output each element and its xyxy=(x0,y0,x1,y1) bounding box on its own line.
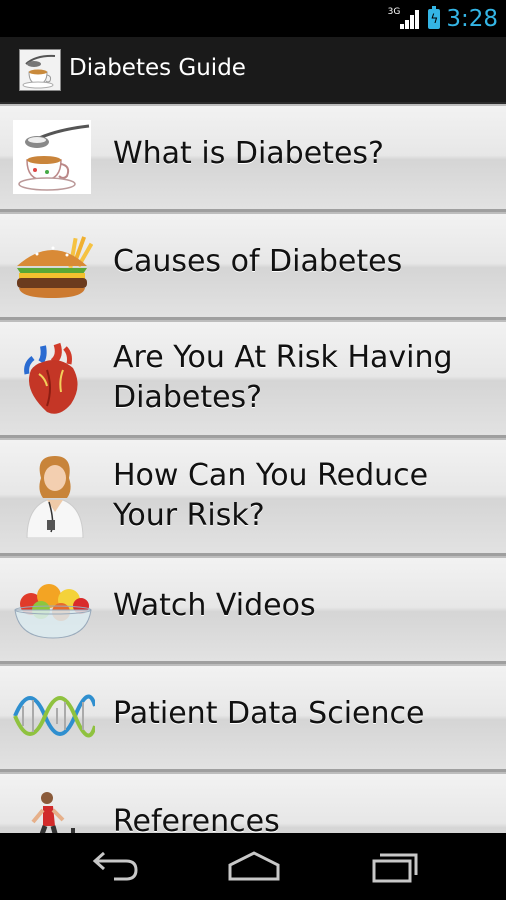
menu-item-are-you-at-risk[interactable]: Are You At Risk Having Diabetes? xyxy=(0,320,506,438)
menu-item-references[interactable]: References xyxy=(0,772,506,833)
heart-icon xyxy=(13,340,93,416)
menu-item-label: Watch Videos xyxy=(113,588,316,623)
navigation-bar xyxy=(0,833,506,900)
home-icon[interactable] xyxy=(224,847,284,885)
menu-list[interactable]: What is Diabetes? Causes of Diabetes Are… xyxy=(0,104,506,833)
burger-fries-icon xyxy=(13,228,94,304)
status-icons: 3G ϟ 3:28 xyxy=(388,4,498,34)
menu-item-what-is-diabetes[interactable]: What is Diabetes? xyxy=(0,104,506,212)
signal-icon xyxy=(400,9,422,29)
network-type: 3G xyxy=(387,7,401,17)
doctor-icon xyxy=(13,454,93,539)
menu-item-label: Are You At Risk Having Diabetes? xyxy=(113,340,453,415)
menu-item-reduce-your-risk[interactable]: How Can You Reduce Your Risk? xyxy=(0,438,506,556)
action-bar: Diabetes Guide xyxy=(0,37,506,104)
menu-item-patient-data-science[interactable]: Patient Data Science xyxy=(0,664,506,772)
fruit-bowl-icon xyxy=(13,574,93,650)
menu-item-label: Patient Data Science xyxy=(113,696,425,731)
menu-item-label: References xyxy=(113,804,280,833)
status-time: 3:28 xyxy=(446,6,498,32)
battery-charging-icon: ϟ xyxy=(428,6,441,29)
app-title: Diabetes Guide xyxy=(69,55,246,81)
teacup-sugar-icon[interactable] xyxy=(19,49,61,91)
status-bar: 3G ϟ 3:28 xyxy=(0,0,506,37)
menu-item-label: How Can You Reduce Your Risk? xyxy=(113,458,429,533)
menu-item-label: What is Diabetes? xyxy=(113,136,384,171)
recent-apps-icon[interactable] xyxy=(366,847,426,885)
dna-icon xyxy=(13,686,97,762)
treadmill-icon xyxy=(13,788,93,833)
menu-item-label: Causes of Diabetes xyxy=(113,244,403,279)
menu-item-causes-of-diabetes[interactable]: Causes of Diabetes xyxy=(0,212,506,320)
back-icon[interactable] xyxy=(84,847,144,885)
menu-item-watch-videos[interactable]: Watch Videos xyxy=(0,556,506,664)
teacup-sugar-icon xyxy=(13,120,91,194)
